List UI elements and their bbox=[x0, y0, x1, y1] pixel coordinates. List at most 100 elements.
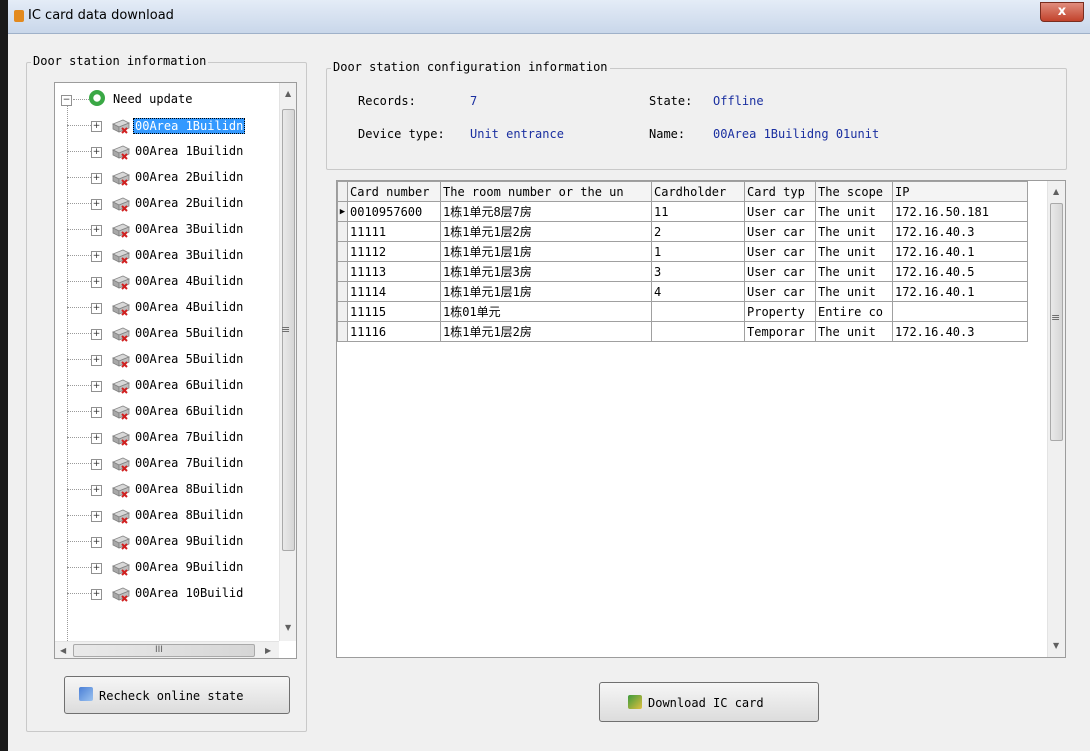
tree-item-door-station[interactable]: +00Area 6Builidn bbox=[55, 399, 280, 425]
cell-scope[interactable]: Entire co bbox=[815, 301, 893, 322]
table-row[interactable]: 11115 1栋01单元 Property Entire co bbox=[337, 301, 1028, 322]
tree-item-door-station[interactable]: +00Area 9Builidn bbox=[55, 529, 280, 555]
close-button[interactable]: x bbox=[1040, 2, 1084, 22]
horizontal-scroll-thumb[interactable] bbox=[73, 644, 255, 657]
table-row[interactable]: 11111 1栋1单元1层2房 2 User car The unit 172.16.40… bbox=[337, 221, 1028, 242]
tree-vertical-scrollbar[interactable]: ▲ ≡ ▼ bbox=[279, 83, 296, 641]
cell-room-number[interactable]: 1栋1单元8层7房 bbox=[440, 201, 652, 222]
scroll-right-arrow[interactable]: ▶ bbox=[265, 646, 271, 655]
cell-ip[interactable]: 172.16.40.1 bbox=[892, 241, 1028, 262]
scroll-up-arrow[interactable]: ▲ bbox=[285, 89, 291, 98]
table-row[interactable]: 11112 1栋1单元1层1房 1 User car The unit 172.16.40… bbox=[337, 241, 1028, 262]
tree-root-need-update[interactable]: − Need update bbox=[55, 87, 280, 113]
expand-icon[interactable]: + bbox=[91, 303, 102, 314]
cell-cardholder[interactable] bbox=[651, 321, 745, 342]
column-header-cardholder[interactable]: Cardholder bbox=[651, 181, 745, 202]
recheck-online-state-button[interactable]: Recheck online state bbox=[64, 676, 290, 714]
collapse-icon[interactable]: − bbox=[61, 95, 72, 106]
cell-card-number[interactable]: 11116 bbox=[347, 321, 441, 342]
cell-card-number[interactable]: 11111 bbox=[347, 221, 441, 242]
expand-icon[interactable]: + bbox=[91, 225, 102, 236]
cell-cardholder[interactable]: 4 bbox=[651, 281, 745, 302]
cell-card-number[interactable]: 0010957600 bbox=[347, 201, 441, 222]
cell-ip[interactable]: 172.16.50.181 bbox=[892, 201, 1028, 222]
expand-icon[interactable]: + bbox=[91, 589, 102, 600]
expand-icon[interactable]: + bbox=[91, 381, 102, 392]
row-header[interactable]: ▶ bbox=[337, 201, 348, 222]
row-header[interactable] bbox=[337, 321, 348, 342]
cell-scope[interactable]: The unit bbox=[815, 241, 893, 262]
column-header-card-number[interactable]: Card number bbox=[347, 181, 441, 202]
cell-card-number[interactable]: 11112 bbox=[347, 241, 441, 262]
cell-card-type[interactable]: User car bbox=[744, 221, 816, 242]
grid-scroll-down-arrow[interactable]: ▼ bbox=[1053, 641, 1059, 650]
cell-cardholder[interactable] bbox=[651, 301, 745, 322]
cell-ip[interactable]: 172.16.40.3 bbox=[892, 321, 1028, 342]
cell-card-type[interactable]: Property bbox=[744, 301, 816, 322]
cell-card-type[interactable]: User car bbox=[744, 281, 816, 302]
column-header-room-number[interactable]: The room number or the un bbox=[440, 181, 652, 202]
row-header[interactable] bbox=[337, 241, 348, 262]
row-header[interactable] bbox=[337, 261, 348, 282]
table-row[interactable]: 11116 1栋1单元1层2房 Temporar The unit 172.16.40.… bbox=[337, 321, 1028, 342]
card-data-grid[interactable]: Card number The room number or the un Ca… bbox=[336, 180, 1066, 658]
tree-item-door-station[interactable]: +00Area 4Builidn bbox=[55, 269, 280, 295]
table-row[interactable]: ▶ 0010957600 1栋1单元8层7房 11 User car The unit 17… bbox=[337, 201, 1028, 222]
tree-horizontal-scrollbar[interactable]: ◀ III ▶ bbox=[55, 641, 279, 658]
cell-card-type[interactable]: Temporar bbox=[744, 321, 816, 342]
expand-icon[interactable]: + bbox=[91, 563, 102, 574]
cell-card-number[interactable]: 11114 bbox=[347, 281, 441, 302]
grid-scroll-up-arrow[interactable]: ▲ bbox=[1053, 187, 1059, 196]
tree-item-door-station[interactable]: +00Area 3Builidn bbox=[55, 243, 280, 269]
expand-icon[interactable]: + bbox=[91, 173, 102, 184]
tree-item-door-station[interactable]: +00Area 1Builidn bbox=[55, 113, 280, 139]
cell-cardholder[interactable]: 11 bbox=[651, 201, 745, 222]
row-header[interactable] bbox=[337, 301, 348, 322]
scroll-down-arrow[interactable]: ▼ bbox=[285, 623, 291, 632]
expand-icon[interactable]: + bbox=[91, 511, 102, 522]
door-station-tree[interactable]: − Need update +00Area 1Builidn +00Area 1Bui… bbox=[54, 82, 297, 659]
tree-item-door-station[interactable]: +00Area 8Builidn bbox=[55, 503, 280, 529]
tree-item-door-station[interactable]: +00Area 4Builidn bbox=[55, 295, 280, 321]
expand-icon[interactable]: + bbox=[91, 277, 102, 288]
cell-scope[interactable]: The unit bbox=[815, 221, 893, 242]
expand-icon[interactable]: + bbox=[91, 433, 102, 444]
expand-icon[interactable]: + bbox=[91, 355, 102, 366]
tree-item-door-station[interactable]: +00Area 6Builidn bbox=[55, 373, 280, 399]
tree-item-door-station[interactable]: +00Area 3Builidn bbox=[55, 217, 280, 243]
cell-ip[interactable]: 172.16.40.5 bbox=[892, 261, 1028, 282]
tree-item-door-station[interactable]: +00Area 9Builidn bbox=[55, 555, 280, 581]
cell-scope[interactable]: The unit bbox=[815, 281, 893, 302]
grid-vertical-scrollbar[interactable]: ▲ ≡ ▼ bbox=[1047, 181, 1065, 657]
tree-item-door-station[interactable]: +00Area 7Builidn bbox=[55, 451, 280, 477]
tree-item-door-station[interactable]: +00Area 10Builid bbox=[55, 581, 280, 607]
cell-room-number[interactable]: 1栋1单元1层2房 bbox=[440, 321, 652, 342]
expand-icon[interactable]: + bbox=[91, 329, 102, 340]
expand-icon[interactable]: + bbox=[91, 485, 102, 496]
expand-icon[interactable]: + bbox=[91, 251, 102, 262]
tree-item-door-station[interactable]: +00Area 8Builidn bbox=[55, 477, 280, 503]
table-row[interactable]: 11113 1栋1单元1层3房 3 User car The unit 172.16.40… bbox=[337, 261, 1028, 282]
tree-item-door-station[interactable]: +00Area 5Builidn bbox=[55, 321, 280, 347]
column-header-ip[interactable]: IP bbox=[892, 181, 1028, 202]
expand-icon[interactable]: + bbox=[91, 407, 102, 418]
cell-ip[interactable]: 172.16.40.1 bbox=[892, 281, 1028, 302]
table-row[interactable]: 11114 1栋1单元1层1房 4 User car The unit 172.16.40… bbox=[337, 281, 1028, 302]
cell-scope[interactable]: The unit bbox=[815, 321, 893, 342]
column-header-card-type[interactable]: Card typ bbox=[744, 181, 816, 202]
expand-icon[interactable]: + bbox=[91, 147, 102, 158]
expand-icon[interactable]: + bbox=[91, 199, 102, 210]
cell-scope[interactable]: The unit bbox=[815, 261, 893, 282]
row-header[interactable] bbox=[337, 281, 348, 302]
tree-item-door-station[interactable]: +00Area 2Builidn bbox=[55, 165, 280, 191]
cell-card-number[interactable]: 11113 bbox=[347, 261, 441, 282]
cell-card-number[interactable]: 11115 bbox=[347, 301, 441, 322]
cell-card-type[interactable]: User car bbox=[744, 261, 816, 282]
scroll-left-arrow[interactable]: ◀ bbox=[60, 646, 66, 655]
tree-item-door-station[interactable]: +00Area 2Builidn bbox=[55, 191, 280, 217]
download-ic-card-button[interactable]: Download IC card bbox=[599, 682, 819, 722]
cell-card-type[interactable]: User car bbox=[744, 241, 816, 262]
cell-room-number[interactable]: 1栋1单元1层2房 bbox=[440, 221, 652, 242]
cell-scope[interactable]: The unit bbox=[815, 201, 893, 222]
cell-cardholder[interactable]: 1 bbox=[651, 241, 745, 262]
